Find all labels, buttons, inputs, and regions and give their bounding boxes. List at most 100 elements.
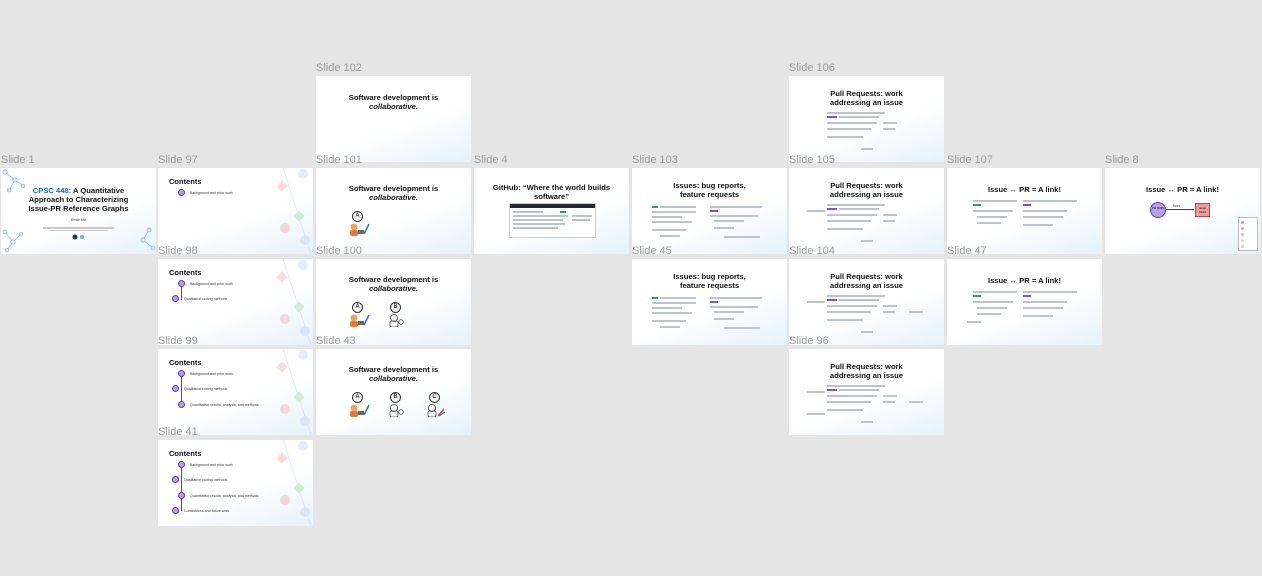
issue-screenshot — [710, 296, 772, 332]
slide-canvas[interactable]: Issues: bug reports, feature requests — [632, 168, 787, 254]
slide-title: GitHub: “Where the world builds software… — [492, 183, 611, 201]
contents-bullet-icon — [178, 370, 185, 377]
contents-bullet-icon — [178, 280, 185, 287]
slide-title: Contents — [169, 268, 202, 277]
slide-canvas[interactable]: Issue ↔ PR = A link! fixes PR #456 Issue… — [1105, 168, 1260, 254]
slide-title: Software development is collaborative. — [348, 184, 439, 202]
slide-fineprint — [39, 226, 118, 232]
person-b: B — [388, 302, 406, 332]
pr-screenshot — [827, 112, 907, 152]
person-badge: A — [352, 302, 363, 313]
page-number: · — [235, 248, 237, 252]
graph-decoration — [276, 349, 312, 435]
slide-canvas[interactable]: Issue ↔ PR = A link! — [947, 168, 1102, 254]
contents-item: Background and prior work — [190, 372, 233, 376]
slide-canvas[interactable]: Contents Background and prior work Quali… — [158, 440, 313, 526]
annotation-line — [807, 391, 825, 393]
contents-bullet-icon — [172, 385, 179, 392]
slide-label: Slide 45 — [632, 245, 672, 257]
slide-canvas[interactable]: Pull Requests: work addressing an issue — [789, 168, 944, 254]
slide-title: Contents — [169, 449, 202, 458]
slide-label: Slide 106 — [789, 62, 835, 74]
person-a: A — [348, 392, 370, 422]
slide-title: Pull Requests: work addressing an issue — [829, 272, 903, 290]
slide-label: Slide 103 — [632, 154, 678, 166]
pr-screenshot — [827, 204, 907, 244]
slide-title: Pull Requests: work addressing an issue — [829, 181, 903, 199]
contents-item: Background and prior work — [190, 282, 233, 286]
pr-screenshot — [1023, 291, 1081, 327]
slide-author: Emile Ma — [71, 218, 86, 222]
graph-decoration — [276, 259, 312, 345]
developer-icon — [350, 223, 370, 236]
pr-node: PR #456 — [1150, 202, 1166, 218]
pr-screenshot — [827, 295, 907, 335]
slide-canvas[interactable]: CPSC 448: A Quantitative Approach to Cha… — [1, 168, 156, 254]
slide-title: Issues: bug reports, feature requests — [673, 181, 746, 199]
developer-icon — [350, 404, 370, 417]
contents-item: Conclusions and future work — [184, 509, 230, 513]
slide-canvas[interactable]: Issue ↔ PR = A link! — [947, 259, 1102, 345]
issue-screenshot — [973, 200, 1021, 230]
contents-bullet-icon — [178, 189, 185, 196]
reviewer-icon — [389, 404, 404, 418]
developer-icon — [350, 314, 370, 327]
slide-canvas[interactable]: Issues: bug reports, feature requests — [632, 259, 787, 345]
slide-canvas[interactable]: Software development is collaborative. A … — [316, 349, 471, 435]
slide-canvas[interactable]: Contents Background and prior work Quali… — [158, 349, 313, 435]
slide-title: Software development is collaborative. — [348, 275, 439, 293]
contents-item: Background and prior work — [190, 463, 233, 467]
pr-screenshot — [1023, 200, 1081, 236]
issue-screenshot — [652, 296, 702, 332]
slide-title: Issues: bug reports, feature requests — [673, 272, 746, 290]
edge-label: fixes — [1173, 204, 1181, 208]
person-badge: B — [390, 392, 401, 403]
contents-bullet-icon — [178, 401, 185, 408]
slide-label: Slide 47 — [947, 245, 987, 257]
contents-bullet-icon — [172, 476, 179, 483]
slide-label: Slide 41 — [158, 426, 198, 438]
github-screenshot — [509, 203, 596, 238]
pr-screenshot — [827, 385, 907, 425]
page-number: · — [393, 156, 395, 160]
slide-label: Slide 100 — [316, 245, 362, 257]
person-b: B — [388, 392, 406, 422]
contents-bullet-icon — [172, 295, 179, 302]
slide-canvas[interactable]: Pull Requests: work addressing an issue — [789, 349, 944, 435]
slide-canvas[interactable]: Software development is collaborative. · — [316, 76, 471, 162]
slide-label: Slide 104 — [789, 245, 835, 257]
issue-screenshot — [652, 205, 702, 241]
contents-item: Qualitative coding methods — [184, 387, 228, 391]
contents-item: Quantitative results, analysis, and meth… — [190, 494, 259, 498]
graph-decoration — [276, 168, 312, 254]
annotation-line — [967, 321, 981, 323]
slide-label: Slide 105 — [789, 154, 835, 166]
contents-bullet-icon — [178, 461, 185, 468]
slide-label: Slide 101 — [316, 154, 362, 166]
slide-canvas[interactable]: Software development is collaborative. A — [316, 168, 471, 254]
slide-title: Contents — [169, 358, 202, 367]
annotation-line — [807, 301, 825, 303]
person-a: A — [348, 302, 370, 332]
slide-canvas[interactable]: Pull Requests: work addressing an issue — [789, 76, 944, 162]
slide-canvas[interactable]: Pull Requests: work addressing an issue — [789, 259, 944, 345]
slide-title: Issue ↔ PR = A link! — [987, 185, 1062, 194]
contents-bullet-icon — [172, 507, 179, 514]
slide-canvas[interactable]: Software development is collaborative. A … — [316, 259, 471, 345]
contents-item: Background and prior work — [190, 191, 233, 195]
person-c: C — [426, 392, 446, 422]
contents-connector — [181, 467, 182, 511]
slide-canvas[interactable]: GitHub: “Where the world builds software… — [474, 168, 629, 254]
slide-canvas[interactable]: Contents Background and prior work · — [158, 168, 313, 254]
slide-canvas[interactable]: Contents Background and prior work Quali… — [158, 259, 313, 345]
person-badge: A — [352, 392, 363, 403]
contents-item: Qualitative coding methods — [184, 478, 228, 482]
slide-label: Slide 4 — [474, 154, 508, 166]
issue-screenshot — [973, 291, 1021, 321]
reviewer-icon — [389, 314, 404, 328]
slide-label: Slide 43 — [316, 335, 356, 347]
slide-title: Software development is collaborative. — [348, 93, 439, 111]
university-logo-icon — [72, 234, 84, 240]
annotation-line — [807, 413, 825, 415]
annotation-line — [909, 401, 923, 403]
